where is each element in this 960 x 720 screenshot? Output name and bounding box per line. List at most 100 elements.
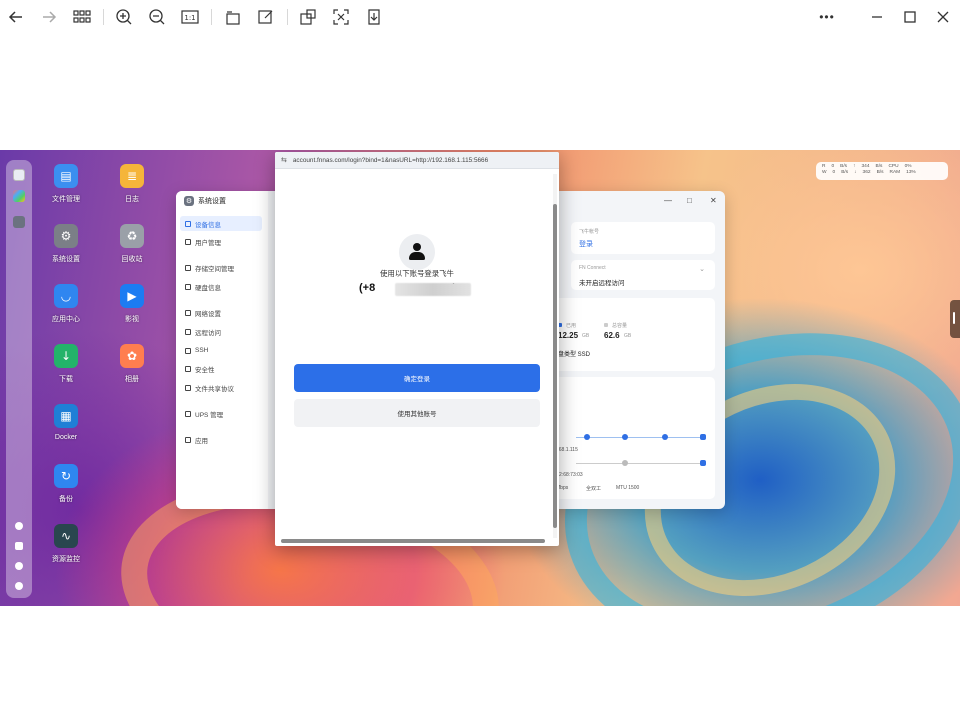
desktop-icon-label: 文件管理 bbox=[52, 196, 80, 203]
nav-item-label: 远程访问 bbox=[195, 329, 221, 337]
desktop-icon-label: 相册 bbox=[125, 376, 139, 383]
desktop-icon-label: 下载 bbox=[59, 376, 73, 383]
desktop-icon-label: 影视 bbox=[125, 316, 139, 323]
chevron-down-icon[interactable]: ⌄ bbox=[699, 265, 705, 273]
rotate-icon[interactable] bbox=[221, 5, 245, 29]
app-icon: ▶ bbox=[120, 284, 144, 308]
settings-nav-item[interactable]: 设备信息 bbox=[180, 216, 262, 231]
app-icon: ♻ bbox=[120, 224, 144, 248]
edit-icon[interactable] bbox=[254, 5, 278, 29]
desktop-icon[interactable]: ∿ 资源监控 bbox=[36, 524, 96, 564]
bell-icon[interactable] bbox=[15, 542, 23, 550]
settings-sidebar: ⚙ 系统设置 设备信息用户管理存储空间管理 硬盘信息网络设置远程访问 SSH 安全性文… bbox=[176, 191, 268, 509]
window-close-icon[interactable]: ✕ bbox=[710, 196, 717, 205]
side-handle[interactable] bbox=[950, 300, 960, 338]
zoom-in-icon[interactable] bbox=[112, 5, 136, 29]
desktop-icon-label: 系统设置 bbox=[52, 256, 80, 263]
desktop-icon[interactable]: ✿ 相册 bbox=[102, 344, 162, 384]
nav-item-icon bbox=[185, 384, 191, 391]
settings-nav-item[interactable]: 安全性 bbox=[180, 361, 262, 376]
nav-item-icon bbox=[185, 365, 191, 372]
zoom-out-icon[interactable] bbox=[145, 5, 169, 29]
use-other-account-button[interactable]: 使用其他账号 bbox=[294, 399, 540, 427]
user-icon[interactable] bbox=[15, 562, 23, 570]
nav-item-label: 存储空间管理 bbox=[195, 265, 234, 273]
crop-icon[interactable] bbox=[296, 5, 320, 29]
desktop-icon[interactable]: ⚙ 系统设置 bbox=[36, 224, 96, 264]
nav-item-label: 网络设置 bbox=[195, 310, 221, 318]
apps-icon[interactable] bbox=[13, 190, 25, 202]
window-minimize-icon[interactable]: — bbox=[664, 196, 672, 205]
grid-icon[interactable] bbox=[70, 5, 94, 29]
site-settings-icon[interactable]: ⇆ bbox=[281, 156, 287, 164]
nav-item-icon bbox=[185, 220, 191, 227]
nav-item-icon bbox=[185, 328, 191, 335]
desktop-icon[interactable]: ▤ 文件管理 bbox=[36, 164, 96, 204]
account-card[interactable]: 飞牛帐号 登录 bbox=[571, 222, 715, 254]
settings-icon[interactable] bbox=[13, 216, 25, 228]
settings-gear-icon: ⚙ bbox=[184, 196, 194, 206]
desktop-icon-label: 备份 bbox=[59, 496, 73, 503]
actual-size-icon[interactable]: 1:1 bbox=[178, 5, 202, 29]
settings-nav-item[interactable]: 用户管理 bbox=[180, 234, 262, 249]
nav-item-label: 设备信息 bbox=[195, 221, 221, 229]
desktop-icon[interactable]: ↻ 备份 bbox=[36, 464, 96, 504]
nav-item-icon bbox=[185, 410, 191, 417]
status-row: W 0 B/s ↓ 362 B/s RAM 13% bbox=[822, 170, 916, 175]
login-prompt: 使用以下账号登录飞牛 bbox=[380, 269, 454, 278]
app-icon: ▤ bbox=[54, 164, 78, 188]
desktop-icon[interactable]: ♻ 回收站 bbox=[102, 224, 162, 264]
desktop-screenshot: ▤ 文件管理 ≣ 日志 ⚙ 系统设置 ♻ 回收站 ◡ 应用中心 ▶ 影视 ↓ 下载 ✿ 相册 ▦ Docker ↻ 备… bbox=[0, 150, 960, 606]
settings-nav-item[interactable]: UPS 管理 bbox=[180, 406, 262, 421]
nav-item-icon bbox=[185, 238, 191, 245]
desktop-icon[interactable]: ▶ 影视 bbox=[102, 284, 162, 324]
nav-item-label: UPS 管理 bbox=[195, 411, 224, 419]
minimize-icon[interactable] bbox=[865, 5, 889, 29]
svg-text:1:1: 1:1 bbox=[184, 14, 195, 22]
monitor-icon[interactable] bbox=[13, 169, 25, 181]
app-icon: ≣ bbox=[120, 164, 144, 188]
settings-nav-item[interactable]: SSH bbox=[180, 343, 262, 358]
desktop-icon[interactable]: ≣ 日志 bbox=[102, 164, 162, 204]
app-icon: ✿ bbox=[120, 344, 144, 368]
nav-item-label: 应用 bbox=[195, 437, 208, 445]
confirm-login-button[interactable]: 确定登录 bbox=[294, 364, 540, 392]
settings-nav-item[interactable]: 存储空间管理 bbox=[180, 260, 262, 275]
nav-item-icon bbox=[185, 283, 191, 290]
settings-nav-item[interactable]: 远程访问 bbox=[180, 324, 262, 339]
download-icon[interactable] bbox=[362, 5, 386, 29]
fn-connect-card[interactable]: FN Connect 未开启远程访问 ⌄ bbox=[571, 260, 715, 290]
nav-item-label: 文件共享协议 bbox=[195, 385, 234, 393]
app-icon: ◡ bbox=[54, 284, 78, 308]
settings-nav-item[interactable]: 硬盘信息 bbox=[180, 279, 262, 294]
desktop-icon[interactable]: ◡ 应用中心 bbox=[36, 284, 96, 324]
fit-icon[interactable] bbox=[329, 5, 353, 29]
nav-item-icon bbox=[185, 309, 191, 316]
maximize-icon[interactable] bbox=[898, 5, 922, 29]
gear-icon[interactable] bbox=[15, 582, 23, 590]
settings-nav-item[interactable]: 应用 bbox=[180, 432, 262, 447]
viewer-toolbar: 1:1 ••• bbox=[0, 0, 960, 34]
app-icon: ↓ bbox=[54, 344, 78, 368]
nav-item-icon bbox=[185, 347, 191, 354]
desktop-icon-label: Docker bbox=[54, 434, 78, 441]
horizontal-scroll-thumb[interactable] bbox=[281, 539, 545, 543]
forward-icon[interactable] bbox=[37, 5, 61, 29]
back-icon[interactable] bbox=[4, 5, 28, 29]
settings-nav-item[interactable]: 文件共享协议 bbox=[180, 380, 262, 395]
settings-nav-item[interactable]: 网络设置 bbox=[180, 305, 262, 320]
desktop-icon-label: 日志 bbox=[125, 196, 139, 203]
desktop-icon-label: 资源监控 bbox=[52, 556, 80, 563]
nav-item-label: 硬盘信息 bbox=[195, 284, 221, 292]
nav-item-label: SSH bbox=[195, 347, 209, 354]
more-icon[interactable]: ••• bbox=[815, 5, 839, 29]
vertical-scroll-thumb[interactable] bbox=[553, 204, 557, 528]
url-bar[interactable]: ⇆ account.fnnas.com/login?bind=1&nasURL=… bbox=[275, 152, 559, 169]
window-maximize-icon[interactable]: □ bbox=[687, 196, 692, 205]
close-icon[interactable] bbox=[931, 5, 955, 29]
settings-title: ⚙ 系统设置 bbox=[184, 196, 226, 206]
desktop-icon[interactable]: ↓ 下载 bbox=[36, 344, 96, 384]
desktop-icon[interactable]: ▦ Docker bbox=[36, 404, 96, 441]
status-icon[interactable] bbox=[15, 522, 23, 530]
nav-item-label: 安全性 bbox=[195, 366, 215, 374]
